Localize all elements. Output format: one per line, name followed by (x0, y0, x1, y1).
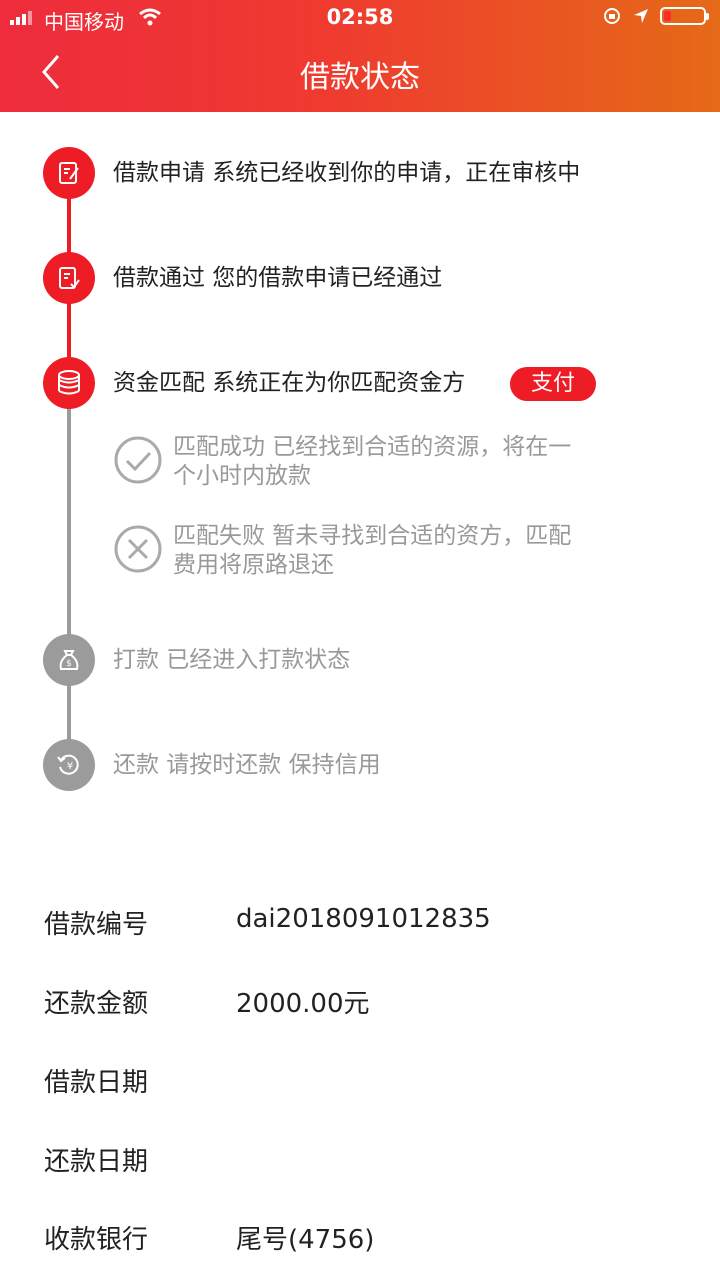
header: 中国移动 02:58 借款状态 (0, 0, 720, 112)
check-circle-icon (114, 436, 162, 484)
match-failed-text: 匹配失败 暂未寻找到合适的资方，匹配费用将原路退还 (173, 523, 572, 578)
detail-value: 2000.00元 (236, 989, 370, 1019)
svg-text:¥: ¥ (67, 761, 73, 772)
detail-repay-amount: 还款金额 2000.00元 (0, 983, 720, 1033)
detail-label: 借款日期 (44, 1068, 149, 1098)
detail-label: 还款金额 (44, 989, 149, 1019)
battery-icon (660, 7, 709, 25)
step-disbursement: 打款 已经进入打款状态 (113, 647, 351, 673)
status-bar: 中国移动 02:58 (0, 0, 720, 36)
money-bag-icon: $ (43, 634, 95, 686)
step-approved: 借款通过 您的借款申请已经通过 (113, 265, 443, 291)
detail-receiving-bank: 收款银行 尾号(4756) (0, 1219, 720, 1269)
pay-button[interactable]: 支付 (510, 367, 596, 401)
location-arrow-icon (634, 9, 648, 23)
repay-cycle-icon: ¥ (43, 739, 95, 791)
page-title: 借款状态 (300, 60, 420, 95)
step-fund-matching: 资金匹配 系统正在为你匹配资金方 (113, 370, 466, 396)
loan-progress-timeline: 借款申请 系统已经收到你的申请，正在审核中 借款通过 您的借款申请已经通过 资金… (0, 112, 720, 812)
document-edit-icon (43, 147, 95, 199)
detail-label: 借款编号 (44, 910, 149, 940)
step-repayment: 还款 请按时还款 保持信用 (113, 752, 381, 778)
detail-loan-number: 借款编号 dai2018091012835 (0, 904, 720, 954)
detail-loan-date: 借款日期 (0, 1062, 720, 1112)
x-circle-icon (114, 525, 162, 573)
step-apply: 借款申请 系统已经收到你的申请，正在审核中 (113, 160, 581, 186)
coins-icon (43, 357, 95, 409)
detail-repay-date: 还款日期 (0, 1141, 720, 1191)
svg-text:$: $ (66, 659, 72, 669)
document-check-icon (43, 252, 95, 304)
detail-label: 还款日期 (44, 1147, 149, 1177)
detail-label: 收款银行 (44, 1225, 149, 1255)
timeline-line-pending (67, 384, 71, 764)
rotation-lock-icon (604, 8, 620, 24)
detail-value: dai2018091012835 (236, 904, 491, 934)
detail-value: 尾号(4756) (236, 1225, 375, 1255)
match-success-text: 匹配成功 已经找到合适的资源，将在一个小时内放款 (173, 434, 572, 489)
